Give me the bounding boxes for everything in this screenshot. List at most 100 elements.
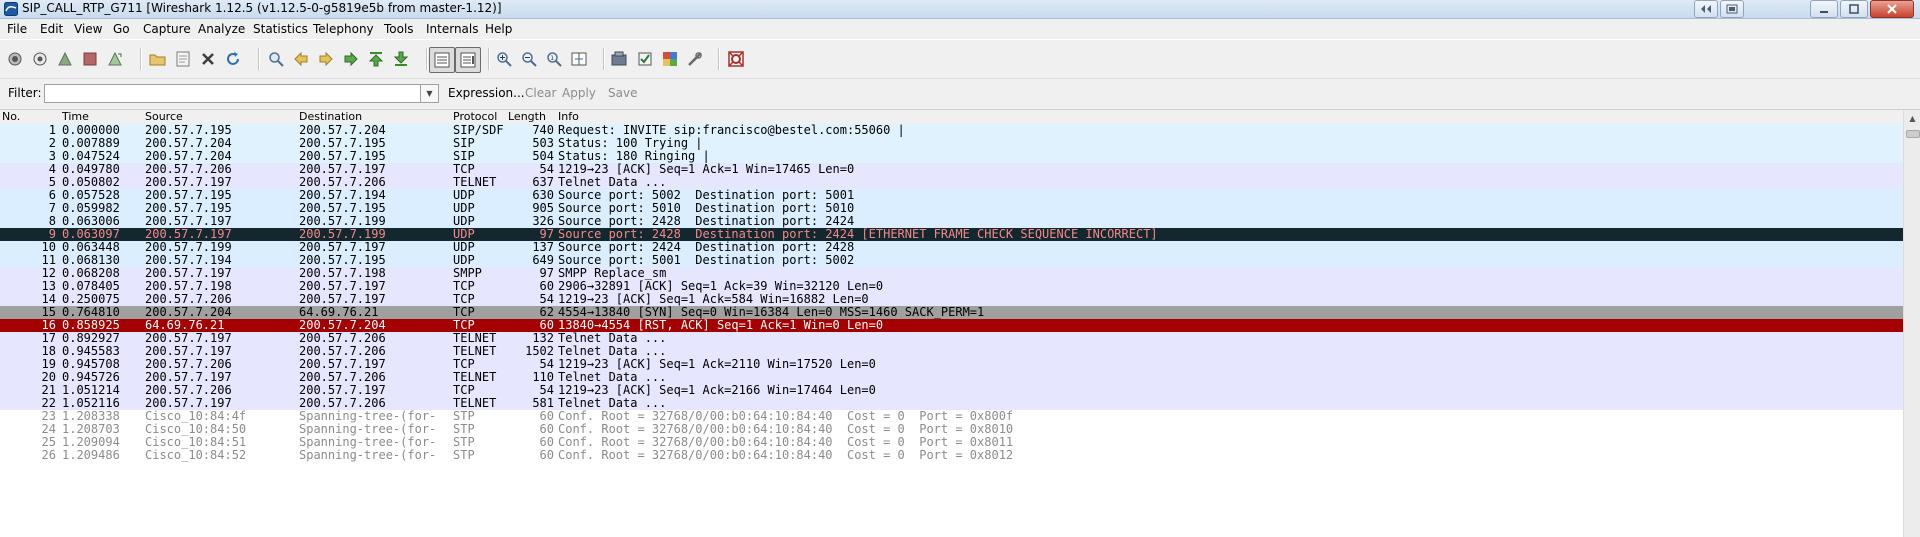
resize-columns-icon[interactable] bbox=[569, 49, 589, 69]
packet-row[interactable]: 5 0.050802 200.57.7.197 200.57.7.206 TELNET 6… bbox=[0, 176, 1903, 189]
column-no[interactable]: No. bbox=[2, 110, 20, 123]
interfaces-icon[interactable] bbox=[5, 49, 25, 69]
packet-row[interactable]: 4 0.049780 200.57.7.206 200.57.7.197 TCP 54 12… bbox=[0, 163, 1903, 176]
go-forward-icon[interactable] bbox=[316, 49, 336, 69]
packet-row[interactable]: 10 0.063448 200.57.7.199 200.57.7.197 UDP 137… bbox=[0, 241, 1903, 254]
maximize-button[interactable] bbox=[1840, 0, 1868, 18]
title-bar: SIP_CALL_RTP_G711 [Wireshark 1.12.5 (v1.… bbox=[0, 0, 1920, 19]
menu-help[interactable]: Help bbox=[485, 22, 512, 36]
scroll-up-arrow-icon[interactable]: ▲ bbox=[1904, 110, 1920, 127]
packet-number: 26 bbox=[41, 448, 56, 462]
minimize-button[interactable] bbox=[1810, 0, 1838, 18]
go-last-packet-icon[interactable] bbox=[391, 49, 411, 69]
save-filter-button[interactable]: Save bbox=[608, 86, 637, 100]
packet-row[interactable]: 3 0.047524 200.57.7.204 200.57.7.195 SIP 504 S… bbox=[0, 150, 1903, 163]
help-icon[interactable] bbox=[726, 49, 746, 69]
back-icon[interactable] bbox=[1694, 0, 1718, 18]
packet-protocol: STP bbox=[453, 448, 475, 462]
column-info[interactable]: Info bbox=[558, 110, 579, 123]
filter-toolbar: Filter: ▼ Expression... Clear Apply Save bbox=[0, 79, 1920, 110]
zoom-in-icon[interactable] bbox=[494, 49, 514, 69]
packet-row[interactable]: 11 0.068130 200.57.7.194 200.57.7.195 UDP 649… bbox=[0, 254, 1903, 267]
packet-row[interactable]: 9 0.063097 200.57.7.197 200.57.7.199 UDP 97 So… bbox=[0, 228, 1903, 241]
scrollbar-thumb[interactable] bbox=[1906, 130, 1920, 138]
display-filters-icon[interactable] bbox=[635, 49, 655, 69]
filter-label: Filter: bbox=[8, 86, 42, 100]
column-source[interactable]: Source bbox=[145, 110, 183, 123]
column-protocol[interactable]: Protocol bbox=[453, 110, 497, 123]
packet-row[interactable]: 6 0.057528 200.57.7.195 200.57.7.194 UDP 630 S… bbox=[0, 189, 1903, 202]
zoom-out-icon[interactable] bbox=[519, 49, 539, 69]
column-length[interactable]: Length bbox=[508, 110, 546, 123]
packet-row[interactable]: 7 0.059982 200.57.7.195 200.57.7.195 UDP 905 S… bbox=[0, 202, 1903, 215]
save-file-icon[interactable] bbox=[173, 49, 193, 69]
main-toolbar: 1 bbox=[0, 40, 1920, 79]
auto-scroll-icon[interactable] bbox=[455, 47, 481, 73]
stop-capture-icon[interactable] bbox=[80, 49, 100, 69]
packet-source: Cisco_10:84:52 bbox=[145, 448, 247, 462]
packet-row[interactable]: 13 0.078405 200.57.7.198 200.57.7.197 TCP 60 2… bbox=[0, 280, 1903, 293]
close-button[interactable] bbox=[1870, 0, 1914, 18]
packet-list-scrollbar[interactable]: ▲ bbox=[1903, 110, 1920, 537]
capture-filters-icon[interactable] bbox=[610, 49, 630, 69]
packet-row[interactable]: 1 0.000000 200.57.7.195 200.57.7.204 SIP/SDF… bbox=[0, 124, 1903, 137]
go-to-packet-icon[interactable] bbox=[341, 49, 361, 69]
packet-row[interactable]: 16 0.858925 64.69.76.21 200.57.7.204 TCP 60 13… bbox=[0, 319, 1903, 332]
menu-view[interactable]: View bbox=[74, 22, 102, 36]
display-filter-input[interactable] bbox=[44, 84, 421, 103]
packet-row[interactable]: 18 0.945583 200.57.7.197 200.57.7.206 TELNET… bbox=[0, 345, 1903, 358]
svg-text:1: 1 bbox=[550, 55, 554, 62]
normal-size-icon[interactable]: 1 bbox=[544, 49, 564, 69]
menu-statistics[interactable]: Statistics bbox=[253, 22, 308, 36]
menu-internals[interactable]: Internals bbox=[426, 22, 479, 36]
preferences-icon[interactable] bbox=[685, 49, 705, 69]
packet-row[interactable]: 15 0.764810 200.57.7.204 64.69.76.21 TCP 62 45… bbox=[0, 306, 1903, 319]
wireshark-app-icon bbox=[4, 2, 18, 16]
packet-list: 1 0.000000 200.57.7.195 200.57.7.204 SIP/SDF… bbox=[0, 124, 1903, 537]
packet-destination: Spanning-tree-(for- bbox=[299, 448, 437, 462]
menu-go[interactable]: Go bbox=[113, 22, 130, 36]
packet-number: 3 bbox=[48, 149, 56, 163]
close-file-icon[interactable] bbox=[198, 49, 218, 69]
go-first-packet-icon[interactable] bbox=[366, 49, 386, 69]
packet-number: 6 bbox=[48, 188, 56, 202]
filter-history-dropdown[interactable]: ▼ bbox=[421, 84, 439, 103]
packet-info: Conf. Root = 32768/0/00:b0:64:10:84:40 C… bbox=[558, 448, 1014, 462]
window-title: SIP_CALL_RTP_G711 [Wireshark 1.12.5 (v1.… bbox=[22, 1, 502, 15]
packet-row[interactable]: 21 1.051214 200.57.7.206 200.57.7.197 TCP 54 1… bbox=[0, 384, 1903, 397]
menu-telephony[interactable]: Telephony bbox=[313, 22, 374, 36]
packet-row[interactable]: 19 0.945708 200.57.7.206 200.57.7.197 TCP 54 1… bbox=[0, 358, 1903, 371]
capture-options-icon[interactable] bbox=[30, 49, 50, 69]
expression-button[interactable]: Expression... bbox=[448, 86, 525, 100]
apply-button[interactable]: Apply bbox=[562, 86, 596, 100]
start-capture-icon[interactable] bbox=[55, 49, 75, 69]
restore-window-icon[interactable] bbox=[1720, 0, 1744, 18]
restart-capture-icon[interactable] bbox=[105, 49, 125, 69]
packet-row[interactable]: 26 1.209486 Cisco_10:84:52 Spanning-tree-(f… bbox=[0, 449, 1903, 462]
clear-button[interactable]: Clear bbox=[525, 86, 556, 100]
menu-edit[interactable]: Edit bbox=[40, 22, 63, 36]
column-time[interactable]: Time bbox=[62, 110, 89, 123]
open-folder-icon[interactable] bbox=[148, 49, 168, 69]
packet-length: 60 bbox=[539, 448, 554, 462]
packet-time: 1.209486 bbox=[62, 448, 120, 462]
menu-tools[interactable]: Tools bbox=[384, 22, 414, 36]
packet-number: 1 bbox=[48, 124, 56, 137]
menu-capture[interactable]: Capture bbox=[143, 22, 191, 36]
packet-row[interactable]: 2 0.007889 200.57.7.204 200.57.7.195 SIP 503 S… bbox=[0, 137, 1903, 150]
packet-number: 5 bbox=[48, 175, 56, 189]
colorize-list-icon[interactable] bbox=[429, 47, 455, 73]
packet-row[interactable]: 20 0.945726 200.57.7.197 200.57.7.206 TELNET… bbox=[0, 371, 1903, 384]
menu-file[interactable]: File bbox=[7, 22, 27, 36]
reload-icon[interactable] bbox=[223, 49, 243, 69]
column-destination[interactable]: Destination bbox=[299, 110, 362, 123]
packet-row[interactable]: 12 0.068208 200.57.7.197 200.57.7.198 SMPP 97… bbox=[0, 267, 1903, 280]
packet-row[interactable]: 17 0.892927 200.57.7.197 200.57.7.206 TELNET… bbox=[0, 332, 1903, 345]
packet-number: 8 bbox=[48, 214, 56, 228]
menu-bar: File Edit View Go Capture Analyze Statis… bbox=[0, 19, 1920, 39]
go-back-icon[interactable] bbox=[291, 49, 311, 69]
packet-list-header: No. Time Source Destination Protocol Len… bbox=[0, 110, 1903, 125]
menu-analyze[interactable]: Analyze bbox=[198, 22, 245, 36]
find-packet-icon[interactable] bbox=[266, 49, 286, 69]
coloring-rules-icon[interactable] bbox=[660, 49, 680, 69]
